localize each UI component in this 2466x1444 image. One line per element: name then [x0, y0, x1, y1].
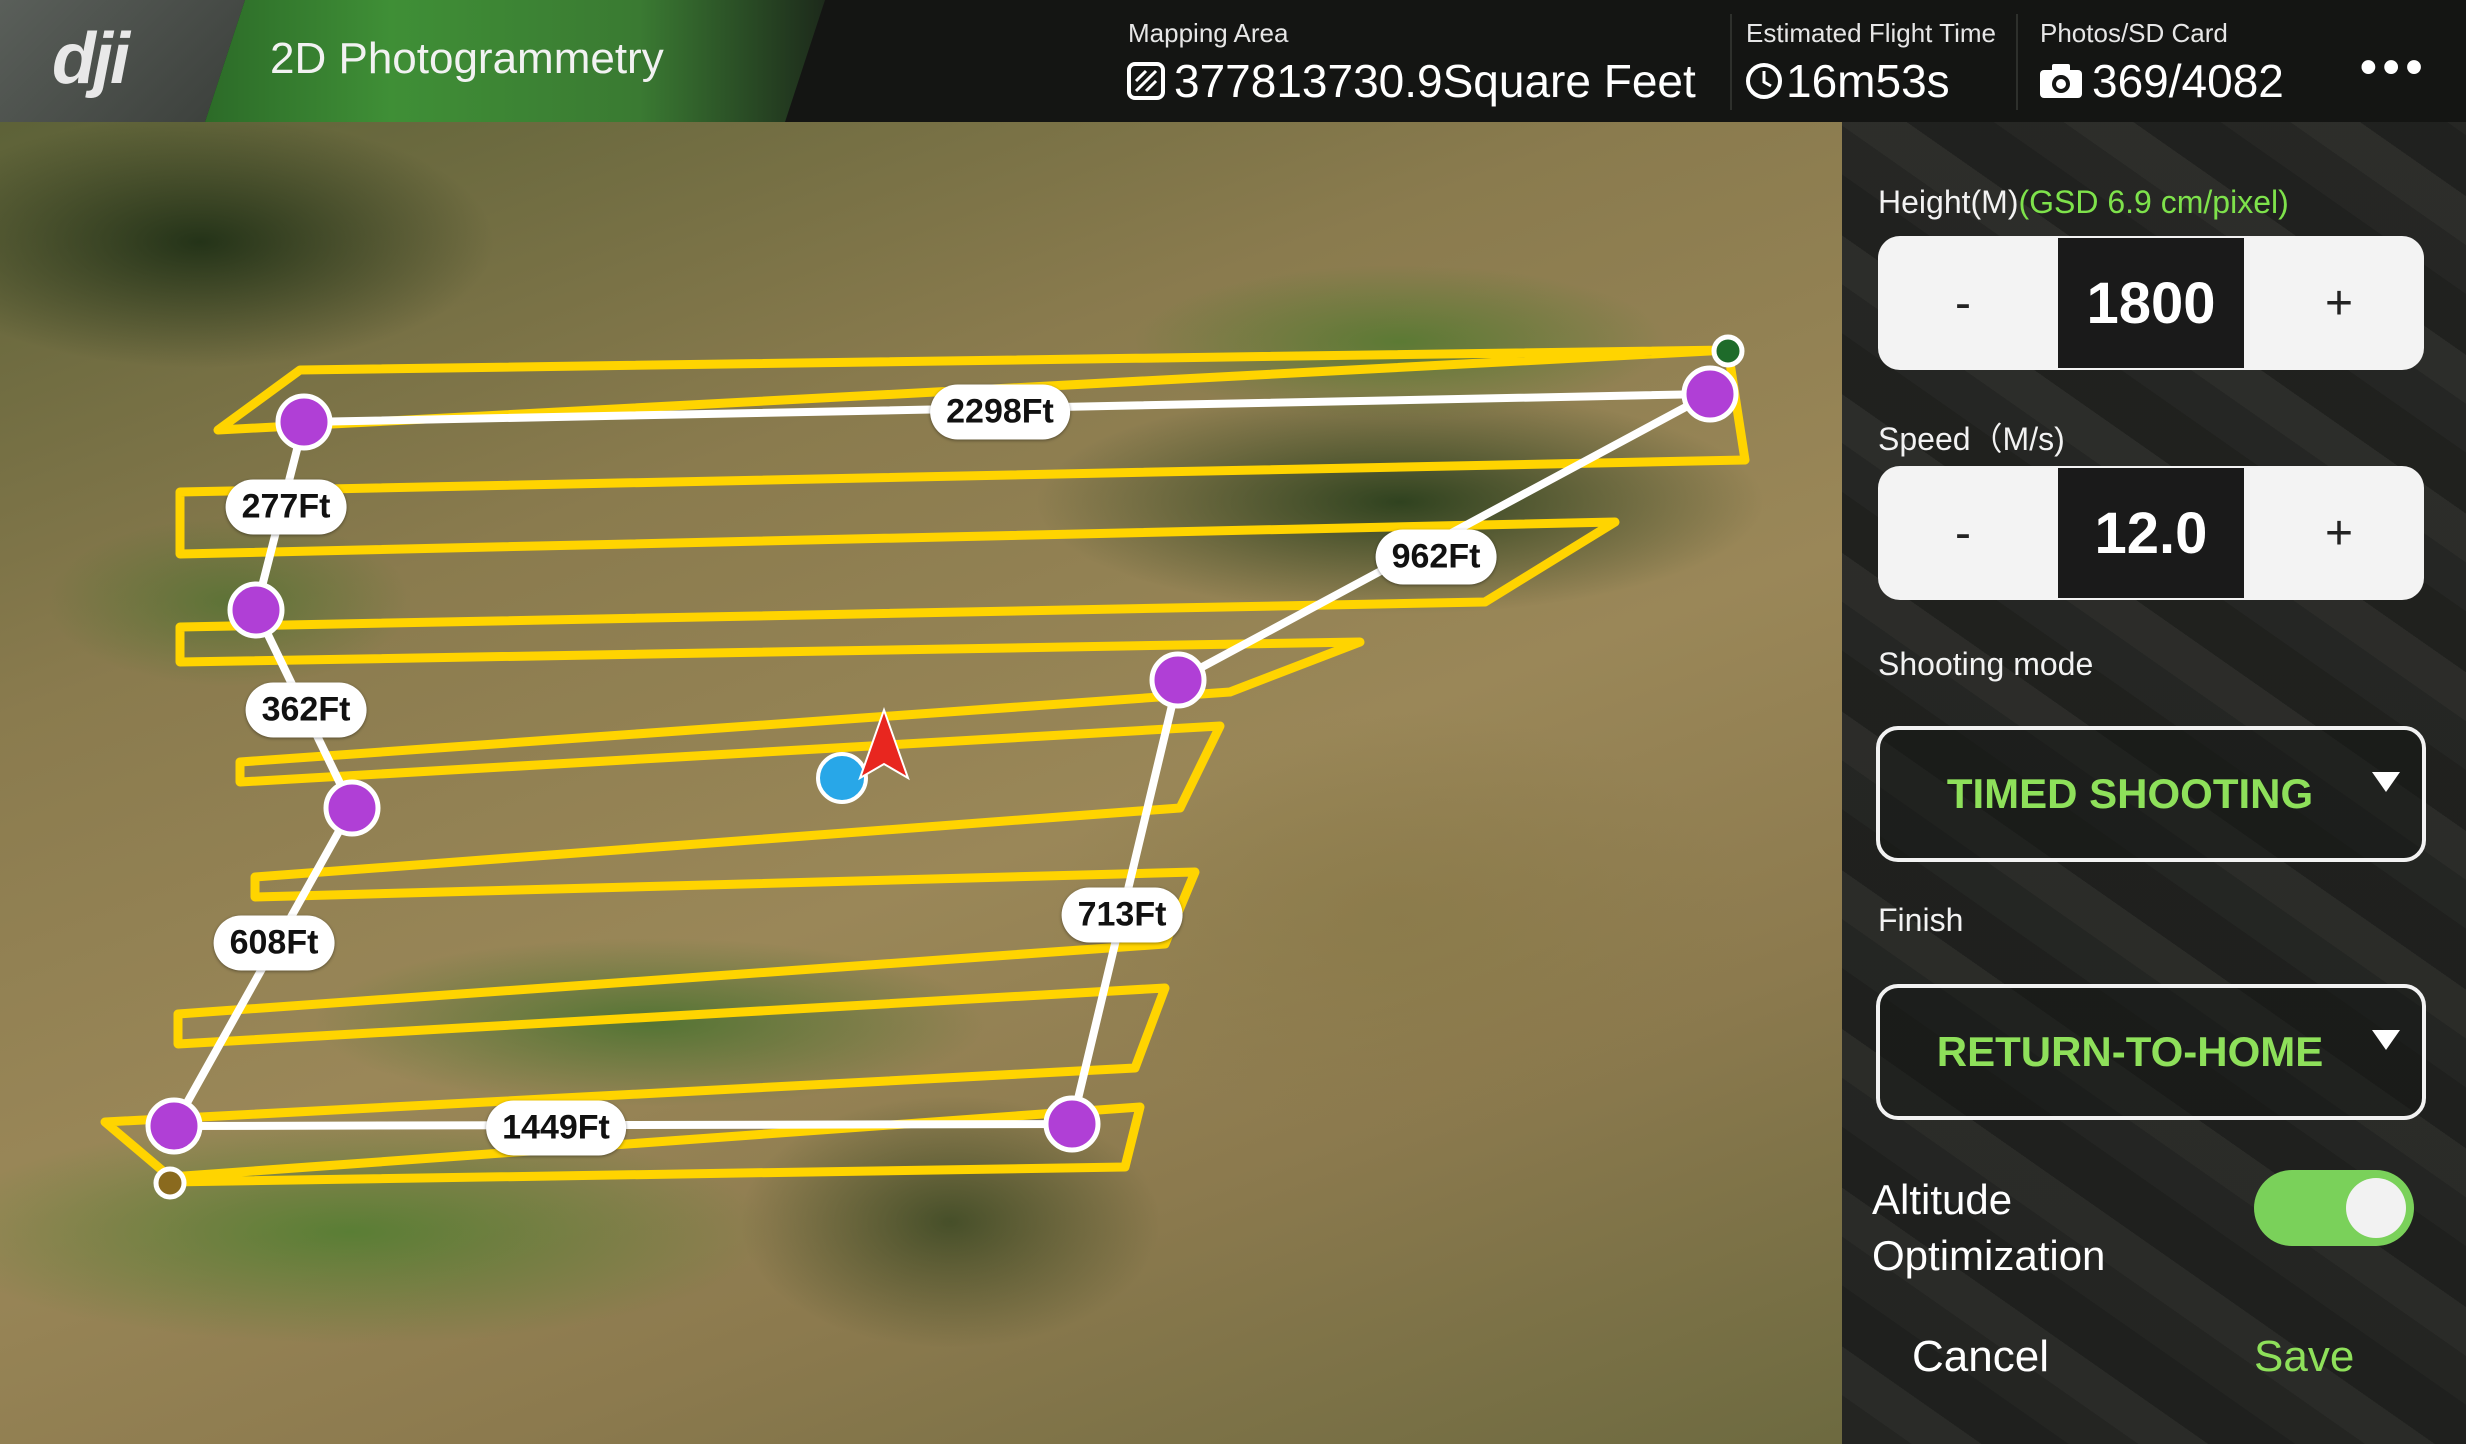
route-start-point: [1711, 334, 1745, 368]
mapping-area-value: 377813730.9Square Feet: [1174, 55, 1696, 107]
speed-decrease-button[interactable]: -: [1888, 466, 2038, 600]
divider: [1730, 14, 1732, 110]
distance-label: 277Ft: [225, 479, 347, 535]
satellite-map[interactable]: 2298Ft 277Ft 962Ft 362Ft 608Ft 713Ft 144…: [0, 122, 1842, 1444]
mapping-area-label: Mapping Area: [1128, 18, 1289, 48]
distance-label: 713Ft: [1061, 887, 1183, 943]
height-value[interactable]: 1800: [2058, 238, 2244, 368]
dji-logo: dji: [52, 19, 130, 99]
more-options-button[interactable]: •••: [2360, 40, 2428, 95]
clock-icon: [1746, 63, 1782, 99]
waypoint[interactable]: [227, 581, 285, 639]
distance-label: 608Ft: [213, 915, 335, 971]
save-button[interactable]: Save: [2254, 1332, 2354, 1382]
waypoint[interactable]: [1149, 651, 1207, 709]
camera-icon: [2040, 64, 2082, 98]
height-label: Height(M): [1878, 184, 2019, 220]
dropdown-arrow-icon: [2372, 1030, 2400, 1050]
waypoint[interactable]: [275, 393, 333, 451]
waypoint[interactable]: [1043, 1095, 1101, 1153]
distance-label: 962Ft: [1375, 529, 1497, 585]
mission-type-title: 2D Photogrammetry: [270, 34, 664, 83]
home-point-icon: [816, 752, 868, 804]
flight-time-value-group: 16m53s: [1744, 54, 1950, 108]
shooting-mode-dropdown[interactable]: TIMED SHOOTING: [1876, 726, 2426, 862]
finish-action-value: RETURN-TO-HOME: [1936, 1028, 2324, 1075]
settings-panel: Height(M)(GSD 6.9 cm/pixel) - 1800 + Spe…: [1842, 122, 2466, 1444]
photos-label: Photos/SD Card: [2040, 18, 2228, 48]
top-bar: dji 2D Photogrammetry Mapping Area 37781…: [0, 0, 2466, 122]
survey-boundary: [170, 390, 1714, 1130]
cancel-button[interactable]: Cancel: [1912, 1332, 2049, 1382]
speed-increase-button[interactable]: +: [2264, 466, 2414, 600]
waypoint[interactable]: [323, 779, 381, 837]
speed-stepper: - 12.0 +: [1878, 466, 2424, 600]
route-end-point: [153, 1166, 187, 1200]
shooting-mode-label: Shooting mode: [1878, 646, 2094, 682]
height-increase-button[interactable]: +: [2264, 236, 2414, 370]
gsd-readout: (GSD 6.9 cm/pixel): [2018, 184, 2289, 220]
height-decrease-button[interactable]: -: [1888, 236, 2038, 370]
dropdown-arrow-icon: [2372, 772, 2400, 792]
distance-label: 1449Ft: [486, 1100, 626, 1156]
shooting-mode-value: TIMED SHOOTING: [1946, 770, 2314, 817]
speed-value[interactable]: 12.0: [2058, 468, 2244, 598]
logo-block: dji: [0, 0, 245, 122]
photos-value-group: 369/4082: [2038, 54, 2284, 108]
mapping-area-value-group: 377813730.9Square Feet: [1126, 54, 1696, 108]
waypoint[interactable]: [1681, 365, 1739, 423]
flight-route: [100, 345, 1750, 1187]
area-hatch-icon: [1127, 62, 1165, 100]
flight-time-value: 16m53s: [1786, 55, 1950, 107]
speed-label: Speed（M/s): [1878, 421, 2065, 457]
finish-action-dropdown[interactable]: RETURN-TO-HOME: [1876, 984, 2426, 1120]
altitude-optimization-toggle[interactable]: [2254, 1170, 2414, 1246]
flight-time-label: Estimated Flight Time: [1746, 18, 1996, 48]
distance-label: 2298Ft: [930, 384, 1070, 440]
waypoint[interactable]: [145, 1097, 203, 1155]
height-label-row: Height(M)(GSD 6.9 cm/pixel): [1878, 184, 2289, 221]
flight-plan-overlay: [100, 334, 1750, 1200]
height-stepper: - 1800 +: [1878, 236, 2424, 370]
photos-value: 369/4082: [2092, 55, 2284, 107]
finish-label: Finish: [1878, 902, 1964, 938]
toggle-knob: [2346, 1178, 2406, 1238]
divider: [2016, 14, 2018, 110]
distance-label: 362Ft: [245, 682, 367, 738]
altitude-optimization-label: Altitude Optimization: [1872, 1176, 2106, 1279]
